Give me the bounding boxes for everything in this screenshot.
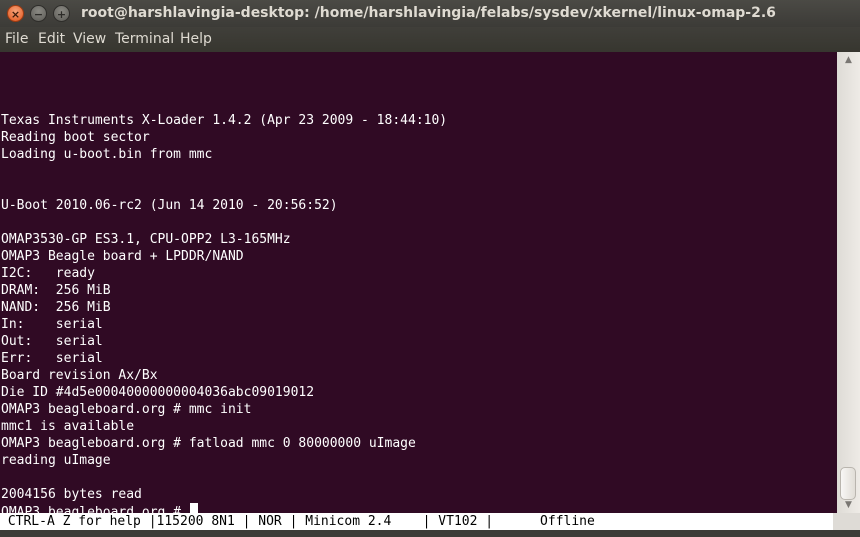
terminal-line: Loading u-boot.bin from mmc bbox=[1, 147, 213, 162]
vertical-scrollbar[interactable]: ▲ ▼ bbox=[837, 52, 860, 513]
terminal-output[interactable]: Texas Instruments X-Loader 1.4.2 (Apr 23… bbox=[0, 52, 837, 513]
menu-terminal[interactable]: Terminal bbox=[115, 27, 174, 52]
menu-view[interactable]: View bbox=[73, 27, 106, 52]
terminal-line: DRAM: 256 MiB bbox=[1, 283, 111, 298]
terminal-line: Texas Instruments X-Loader 1.4.2 (Apr 23… bbox=[1, 113, 448, 128]
terminal-line: U-Boot 2010.06-rc2 (Jun 14 2010 - 20:56:… bbox=[1, 198, 338, 213]
terminal-line: Die ID #4d5e00040000000004036abc09019012 bbox=[1, 385, 315, 400]
terminal-line: Board revision Ax/Bx bbox=[1, 368, 158, 383]
terminal-line: NAND: 256 MiB bbox=[1, 300, 111, 315]
terminal-line: reading uImage bbox=[1, 453, 111, 468]
title-bar[interactable]: × − + root@harshlavingia-desktop: /home/… bbox=[0, 0, 860, 27]
terminal-line: Out: serial bbox=[1, 334, 103, 349]
terminal-line: In: serial bbox=[1, 317, 103, 332]
menu-help[interactable]: Help bbox=[180, 27, 212, 52]
terminal-line: 2004156 bytes read bbox=[1, 487, 142, 502]
minimize-window-button[interactable]: − bbox=[30, 5, 47, 22]
scroll-up-arrow-icon[interactable]: ▲ bbox=[837, 52, 860, 68]
window-title: root@harshlavingia-desktop: /home/harshl… bbox=[81, 5, 776, 21]
scroll-down-arrow-icon[interactable]: ▼ bbox=[837, 497, 860, 513]
menu-file[interactable]: File bbox=[5, 27, 28, 52]
maximize-window-button[interactable]: + bbox=[53, 5, 70, 22]
terminal-line: OMAP3 beagleboard.org # fatload mmc 0 80… bbox=[1, 436, 416, 451]
terminal-line: OMAP3 beagleboard.org # mmc init bbox=[1, 402, 252, 417]
scrollbar-thumb[interactable] bbox=[840, 467, 856, 500]
terminal-line: mmc1 is available bbox=[1, 419, 135, 434]
terminal-line: Err: serial bbox=[1, 351, 103, 366]
minicom-status-line: CTRL-A Z for help |115200 8N1 | NOR | Mi… bbox=[0, 513, 833, 530]
terminal-line: OMAP3 beagleboard.org # bbox=[1, 503, 198, 513]
scrollbar-corner bbox=[833, 513, 860, 530]
menu-bar: File Edit View Terminal Help bbox=[0, 27, 860, 52]
terminal-line: OMAP3 Beagle board + LPDDR/NAND bbox=[1, 249, 244, 264]
text-cursor bbox=[189, 503, 198, 513]
menu-edit[interactable]: Edit bbox=[38, 27, 65, 52]
terminal-window: × − + root@harshlavingia-desktop: /home/… bbox=[0, 0, 860, 537]
close-window-button[interactable]: × bbox=[7, 5, 24, 22]
terminal-line: I2C: ready bbox=[1, 266, 95, 281]
terminal-line: Reading boot sector bbox=[1, 130, 150, 145]
window-bottom-border bbox=[0, 530, 860, 537]
terminal-line: OMAP3530-GP ES3.1, CPU-OPP2 L3-165MHz bbox=[1, 232, 291, 247]
